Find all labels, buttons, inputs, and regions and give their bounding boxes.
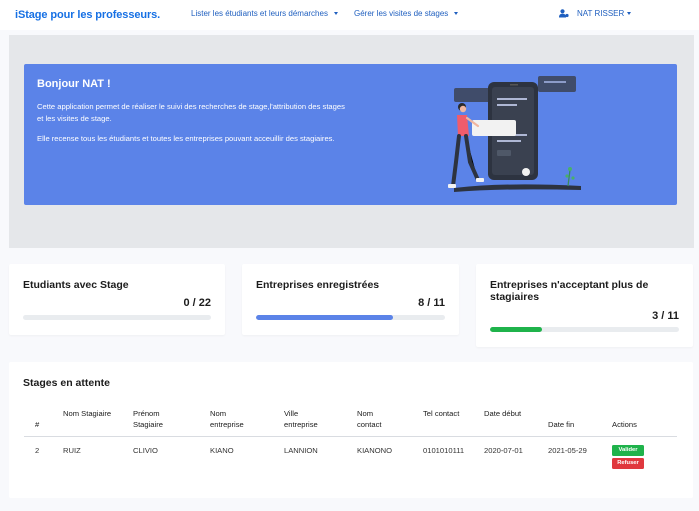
progress-bar [256, 315, 445, 320]
phone-illustration [448, 76, 581, 192]
stat-card-companies: Entreprises enregistrées 8 / 11 [242, 264, 459, 335]
progress-fill [256, 315, 394, 320]
user-cog-icon [559, 9, 569, 18]
col-header-actions: Actions [612, 420, 637, 429]
cell-date-fin: 2021-05-29 [548, 446, 587, 455]
cell-entreprise: KIANO [210, 446, 234, 455]
nav-visits-menu[interactable]: Gérer les visites de stages [354, 9, 459, 18]
brand-link[interactable]: iStage pour les professeurs. [15, 9, 160, 21]
col-header-tel: Tel contact [423, 409, 460, 418]
progress-bar [490, 327, 679, 332]
stat-title: Entreprises n'acceptant plus de stagiair… [490, 279, 649, 303]
user-name: NAT RISSER [577, 9, 625, 18]
welcome-title: Bonjour NAT ! [37, 78, 111, 90]
table-divider [24, 436, 677, 437]
refuse-button[interactable]: Refuser [612, 458, 644, 469]
chevron-down-icon [627, 12, 632, 15]
stat-card-full-companies: Entreprises n'acceptant plus de stagiair… [476, 264, 693, 347]
col-header-prenom: Prénom Stagiaire [133, 409, 163, 429]
nav-students-menu[interactable]: Lister les étudiants et leurs démarches [191, 9, 338, 18]
stat-value: 3 / 11 [652, 310, 679, 322]
col-header-nom: Nom Stagiaire [63, 409, 112, 418]
col-header-num: # [35, 420, 40, 429]
welcome-banner: Bonjour NAT ! Cette application permet d… [24, 64, 677, 205]
col-header-debut: Date début [484, 409, 522, 418]
cell-prenom: CLIVIO [133, 446, 158, 455]
top-navbar: iStage pour les professeurs. Lister les … [0, 0, 699, 30]
stat-title: Etudiants avec Stage [23, 279, 129, 291]
pending-title: Stages en attente [23, 377, 110, 389]
cell-contact: KIANONO [357, 446, 393, 455]
col-header-fin: Date fin [548, 420, 575, 429]
chevron-down-icon [454, 12, 459, 15]
cell-ville: LANNION [284, 446, 318, 455]
cell-num: 2 [35, 446, 40, 455]
progress-fill [490, 327, 542, 332]
nav-visits-label: Gérer les visites de stages [354, 9, 449, 18]
stat-card-students: Etudiants avec Stage 0 / 22 [9, 264, 225, 335]
stat-value: 0 / 22 [183, 297, 211, 309]
progress-bar [23, 315, 211, 320]
cell-nom: RUIZ [63, 446, 81, 455]
pending-internships-card: Stages en attente [9, 362, 693, 498]
nav-students-label: Lister les étudiants et leurs démarches [191, 9, 328, 18]
col-header-contact: Nom contact [357, 409, 382, 429]
validate-button[interactable]: Valider [612, 445, 644, 456]
welcome-text-2: Elle recense tous les étudiants et toute… [37, 134, 335, 143]
cell-date-debut: 2020-07-01 [484, 446, 523, 455]
cell-tel: 0101010111 [423, 446, 465, 455]
stat-value: 8 / 11 [418, 297, 445, 309]
stat-title: Entreprises enregistrées [256, 279, 380, 291]
user-menu[interactable]: NAT RISSER [559, 9, 632, 18]
col-header-entreprise: Nom entreprise [210, 409, 244, 429]
welcome-text-1: Cette application permet de réaliser le … [37, 102, 345, 123]
col-header-ville: Ville entreprise [284, 409, 318, 429]
chevron-down-icon [333, 12, 338, 15]
